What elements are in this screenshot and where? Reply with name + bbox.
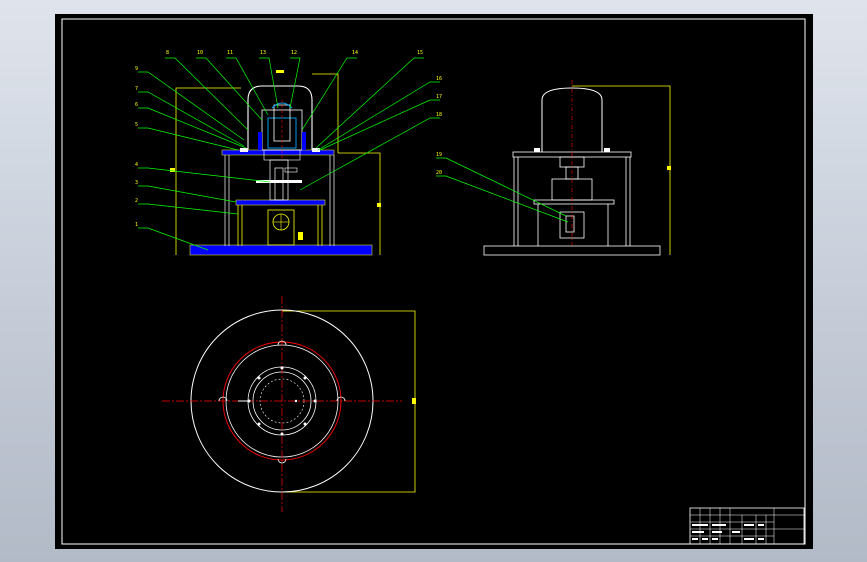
motor-terminal: [298, 232, 303, 240]
balloon-label: 8: [166, 50, 169, 56]
balloon-label: 9: [135, 66, 138, 72]
balloon-label: 2: [135, 198, 138, 204]
drawing-sheet: [55, 14, 813, 549]
balloon-label: 3: [135, 180, 138, 186]
top-marker: [276, 70, 284, 73]
balloon-label: 6: [135, 102, 138, 108]
balloon-label: 14: [352, 50, 358, 56]
middle-plate: [235, 199, 326, 206]
bolt: [534, 148, 540, 152]
balloon-label: 17: [436, 94, 442, 100]
balloon-label: 15: [417, 50, 423, 56]
balloon-label: 13: [260, 50, 266, 56]
balloon-label: 16: [436, 76, 442, 82]
balloon-label: 19: [436, 152, 442, 158]
drawing-canvas[interactable]: 8 10 11 13 12 14 15 9 7 6 5 4 3 2 1 16 1…: [0, 0, 867, 562]
dim-marker: [377, 203, 381, 207]
dim-marker: [667, 166, 671, 170]
base-plate: [189, 244, 373, 256]
side-block: [258, 132, 262, 150]
cad-viewport[interactable]: 8 10 11 13 12 14 15 9 7 6 5 4 3 2 1 16 1…: [0, 0, 867, 562]
balloon-label: 11: [227, 50, 233, 56]
balloon-label: 1: [135, 222, 138, 228]
balloon-label: 20: [436, 170, 442, 176]
bolt: [604, 148, 610, 152]
dim-marker: [412, 398, 416, 404]
bolt: [240, 148, 248, 152]
balloon-label: 12: [291, 50, 297, 56]
balloon-label: 7: [135, 86, 138, 92]
balloon-label: 10: [197, 50, 203, 56]
balloon-label: 18: [436, 112, 442, 118]
balloon-label: 5: [135, 122, 138, 128]
side-block: [302, 132, 306, 150]
bolt: [312, 148, 320, 152]
balloon-label: 4: [135, 162, 138, 168]
dim-marker: [170, 168, 175, 172]
